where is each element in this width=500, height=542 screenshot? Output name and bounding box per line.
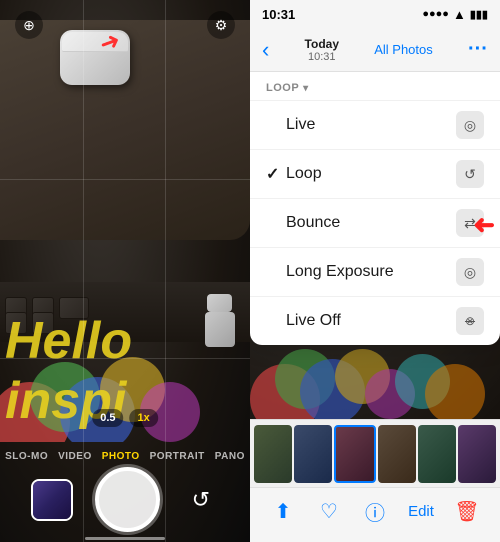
live-icon: ⊕	[23, 17, 35, 34]
loop-label-item: Loop	[286, 165, 456, 183]
signal-icon: ●●●●	[422, 8, 449, 20]
edit-label: Edit	[408, 503, 434, 520]
back-button[interactable]: ‹	[262, 39, 269, 61]
all-photos-button[interactable]: All Photos	[374, 42, 433, 57]
mode-slomo[interactable]: SLO-MO	[5, 451, 48, 462]
loop-icon-box: ↺	[456, 160, 484, 188]
loop-checkmark: ✓	[266, 164, 286, 184]
film-thumb-3[interactable]	[334, 425, 376, 483]
camera-panel: Hello inspi ⊕ ⚙ ➜ 0.5 1x SLO-MO VIDEO PH…	[0, 0, 250, 542]
film-thumb-6[interactable]	[458, 425, 496, 483]
heart-button[interactable]: ♡	[311, 493, 347, 529]
shutter-button[interactable]	[95, 467, 160, 532]
info-button[interactable]: ⓘ	[357, 493, 393, 529]
hello-text: Hello	[5, 315, 132, 367]
robot-body	[205, 312, 235, 347]
loop-option-icon: ↺	[464, 166, 476, 183]
zoom-05-btn[interactable]: 0.5	[92, 409, 123, 427]
status-icons: ●●●● ▲ ▮▮▮	[422, 7, 488, 22]
camera-bottom-bar: ↺	[0, 467, 250, 532]
mode-photo[interactable]: PHOTO	[102, 451, 140, 462]
film-thumb-2[interactable]	[294, 425, 332, 483]
nav-center: Today 10:31	[305, 37, 339, 63]
dropdown-item-live[interactable]: Live ◎	[250, 100, 500, 149]
live-icon-btn[interactable]: ⊕	[15, 11, 43, 39]
share-button[interactable]: ⬆	[265, 493, 301, 529]
edit-button[interactable]: Edit	[403, 493, 439, 529]
film-thumb-5[interactable]	[418, 425, 456, 483]
robot-head	[207, 294, 232, 312]
live-off-option-icon: ⊗	[465, 314, 475, 328]
live-icon-box: ◎	[456, 111, 484, 139]
loop-header: LOOP ▾	[250, 72, 500, 100]
live-off-label: Live Off	[286, 312, 456, 330]
mode-portrait[interactable]: PORTRAIT	[150, 451, 205, 462]
thumbnail-preview[interactable]	[31, 479, 73, 521]
live-label: Live	[286, 116, 456, 134]
film-thumb-4[interactable]	[378, 425, 416, 483]
more-button[interactable]: ···	[468, 38, 488, 61]
bottom-toolbar: ⬆ ♡ ⓘ Edit 🗑	[250, 487, 500, 542]
share-icon: ⬆	[275, 499, 292, 524]
mode-pano[interactable]: PANO	[215, 451, 245, 462]
loop-label: LOOP	[266, 82, 299, 94]
long-exposure-option-icon: ◎	[464, 264, 476, 281]
home-indicator-camera	[85, 537, 165, 540]
zoom-controls: 0.5 1x	[92, 409, 158, 427]
nav-subtitle: 10:31	[305, 51, 339, 63]
red-arrow-loop: ➜	[350, 210, 495, 241]
photo-viewer: iratio ⚙🔑 LOOP ▾ Live ◎	[250, 72, 500, 419]
status-bar: 10:31 ●●●● ▲ ▮▮▮	[250, 0, 500, 28]
wifi-icon: ▲	[453, 7, 466, 22]
long-exposure-icon-box: ◎	[456, 258, 484, 286]
info-icon: ⓘ	[365, 497, 385, 526]
settings-icon-btn[interactable]: ⚙	[207, 11, 235, 39]
nav-title: Today	[305, 37, 339, 51]
trash-icon: 🗑	[454, 499, 479, 524]
film-strip	[250, 419, 500, 487]
film-thumb-1[interactable]	[254, 425, 292, 483]
loop-dropdown[interactable]: LOOP ▾ Live ◎ ✓ Loop ↺	[250, 72, 500, 345]
long-exposure-label: Long Exposure	[286, 263, 456, 281]
mode-video[interactable]: VIDEO	[58, 451, 92, 462]
status-time: 10:31	[262, 7, 295, 22]
trash-button[interactable]: 🗑	[449, 493, 485, 529]
dropdown-item-live-off[interactable]: Live Off ⊗	[250, 296, 500, 345]
heart-icon: ♡	[320, 499, 338, 524]
live-off-icon-box: ⊗	[456, 307, 484, 335]
robot-figure	[195, 292, 245, 362]
flip-camera-button[interactable]: ↺	[183, 482, 219, 518]
settings-icon: ⚙	[215, 17, 228, 34]
live-option-icon: ◎	[464, 117, 476, 134]
zoom-1x-btn[interactable]: 1x	[130, 409, 158, 427]
dropdown-item-long-exposure[interactable]: Long Exposure ◎	[250, 247, 500, 296]
flip-icon: ↺	[192, 487, 210, 513]
camera-mode-bar: SLO-MO VIDEO PHOTO PORTRAIT PANO	[0, 451, 250, 462]
camera-top-bar: ⊕ ⚙	[0, 0, 250, 50]
battery-icon: ▮▮▮	[470, 8, 488, 21]
photos-nav: ‹ Today 10:31 All Photos ···	[250, 28, 500, 72]
photos-panel: 10:31 ●●●● ▲ ▮▮▮ ‹ Today 10:31 All Photo…	[250, 0, 500, 542]
loop-chevron-icon: ▾	[303, 83, 309, 94]
dropdown-item-loop[interactable]: ✓ Loop ↺	[250, 149, 500, 198]
thumbnail-image	[33, 481, 71, 519]
